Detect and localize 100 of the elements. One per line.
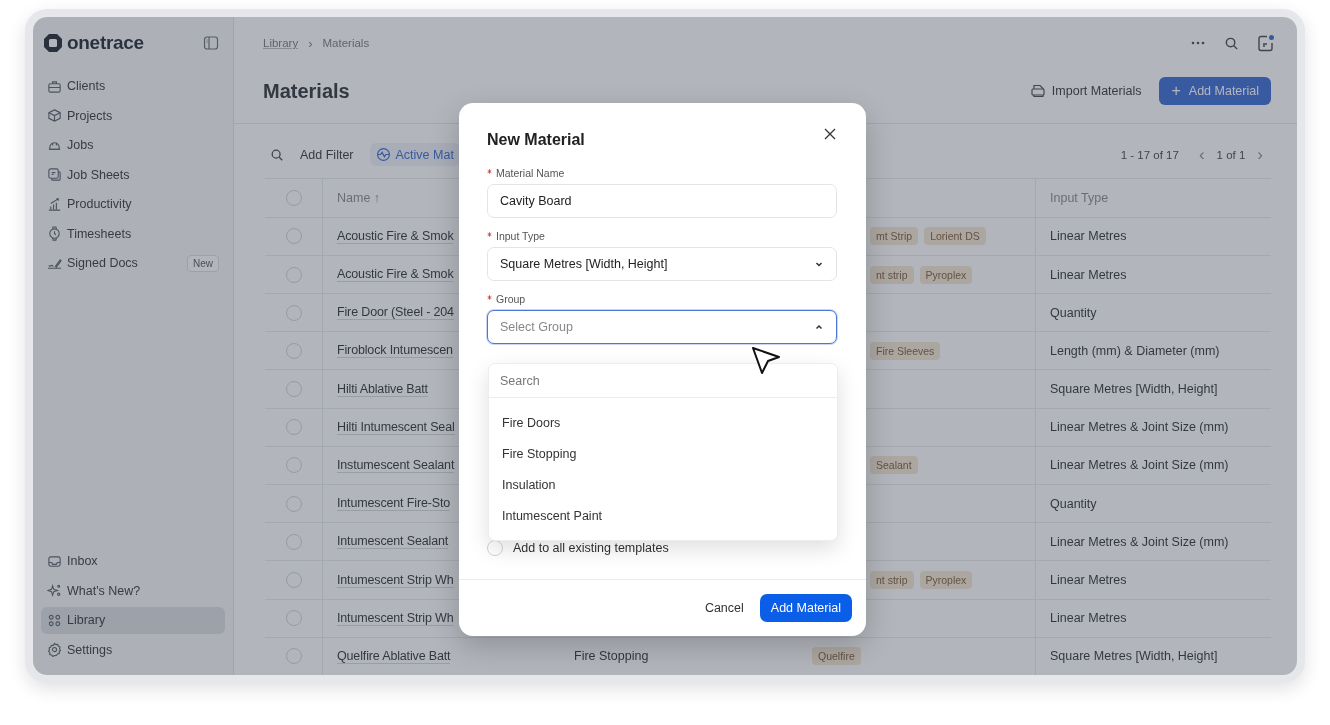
nav-item[interactable]: Jobs	[41, 132, 225, 159]
activity-icon	[375, 147, 391, 163]
material-name-link[interactable]: Intumescent Strip Wh	[337, 572, 454, 588]
material-name-field[interactable]: Cavity Board	[487, 184, 837, 218]
logo: onetrace	[43, 32, 144, 54]
tag: nt strip	[870, 571, 914, 589]
checkbox-label: Add to all existing templates	[513, 541, 669, 555]
tag: nt strip	[870, 265, 914, 284]
material-name-link[interactable]: Hilti Intumescent Seal	[337, 419, 455, 435]
breadcrumb-separator: ›	[308, 35, 313, 51]
table-cell: Fire Stopping	[574, 649, 649, 664]
tag: Sealant	[870, 456, 918, 475]
add-material-button[interactable]: + Add Material	[1159, 77, 1271, 106]
material-name-link[interactable]: Intumescent Sealant	[337, 534, 449, 550]
new-badge: New	[187, 254, 219, 272]
material-name-link[interactable]: Fire Door (Steel - 204	[337, 305, 454, 321]
dropdown-option[interactable]: Fire Stopping	[489, 438, 837, 469]
dropdown-option[interactable]: Insulation	[489, 469, 837, 500]
table-cell: Square Metres [Width, Height]	[1050, 382, 1218, 397]
dropdown-option[interactable]: Fire Doors	[489, 407, 837, 438]
table-cell: Linear Metres & Joint Size (mm)	[1050, 420, 1229, 435]
bar-chart-icon	[47, 196, 62, 212]
inbox-icon	[47, 553, 62, 569]
row-checkbox[interactable]	[285, 304, 302, 321]
sparkle-icon	[47, 583, 62, 599]
field-label: Material Name	[496, 167, 565, 179]
material-name-link[interactable]: Acoustic Fire & Smok	[337, 228, 454, 244]
grid-icon	[47, 612, 62, 628]
row-checkbox[interactable]	[285, 419, 302, 436]
row-checkbox[interactable]	[285, 610, 302, 627]
nav-item[interactable]: Timesheets	[41, 220, 225, 247]
nav-item[interactable]: Library	[41, 607, 225, 634]
table-cell: Linear Metres	[1050, 573, 1127, 587]
chevron-icon	[814, 322, 824, 332]
checkbox[interactable]	[487, 540, 503, 556]
page-title: Materials	[263, 79, 350, 103]
nav-item[interactable]: What's New?	[41, 577, 225, 604]
table-cell: Linear Metres & Joint Size (mm)	[1050, 458, 1229, 473]
dropdown-option[interactable]: Intumescent Paint	[489, 500, 837, 531]
row-checkbox[interactable]	[285, 648, 302, 665]
briefcase-icon	[47, 78, 62, 94]
search-icon[interactable]	[270, 147, 284, 162]
import-button[interactable]: Import Materials	[1029, 83, 1142, 100]
table-cell: Quantity	[1050, 496, 1097, 511]
tag: mt Strip	[870, 227, 919, 246]
document-icon	[47, 167, 62, 183]
material-name-link[interactable]: Firoblock Intumescen	[337, 343, 453, 359]
add-material-button[interactable]: Add Material	[759, 594, 852, 622]
row-checkbox[interactable]	[285, 228, 302, 245]
nav-item[interactable]: Projects	[41, 102, 225, 129]
tag: Lorient DS	[924, 227, 986, 246]
nav-item[interactable]: Clients	[41, 73, 225, 100]
row-checkbox[interactable]	[285, 457, 302, 474]
nav-item[interactable]: Inbox	[41, 548, 225, 575]
csv-file-icon	[1029, 83, 1046, 100]
nav-item[interactable]: Signed Docs New	[41, 250, 225, 277]
cancel-button[interactable]: Cancel	[704, 601, 744, 615]
table-cell: Linear Metres	[1050, 267, 1127, 282]
cube-icon	[47, 108, 62, 124]
field-label: Input Type	[496, 230, 545, 242]
field-label: Group	[496, 293, 526, 305]
material-name-link[interactable]: Intumescent Fire-Sto	[337, 496, 451, 512]
filter-chip[interactable]: Active Mat	[369, 143, 460, 167]
table-cell: Linear Metres	[1050, 229, 1127, 244]
table-cell: Quantity	[1050, 305, 1097, 320]
row-checkbox[interactable]	[285, 266, 302, 283]
tag: Pyroplex	[919, 571, 973, 589]
material-name-link[interactable]: Quelfire Ablative Batt	[337, 648, 451, 664]
row-checkbox[interactable]	[285, 342, 302, 359]
material-name-link[interactable]: Intumescent Strip Wh	[337, 610, 454, 626]
nav-item[interactable]: Settings	[41, 636, 225, 663]
page-indicator: 1 of 1	[1216, 148, 1246, 161]
close-icon[interactable]	[824, 128, 836, 140]
material-name-link[interactable]: Acoustic Fire & Smok	[337, 267, 454, 282]
table-cell: Linear Metres & Joint Size (mm)	[1050, 534, 1229, 549]
material-name-link[interactable]: Hilti Ablative Batt	[337, 381, 428, 397]
breadcrumb-link[interactable]: Library	[263, 37, 299, 50]
row-checkbox[interactable]	[285, 495, 302, 512]
select-field[interactable]: Square Metres [Width, Height]	[487, 247, 837, 281]
stopwatch-icon	[47, 226, 62, 242]
search-icon[interactable]	[1224, 35, 1239, 51]
modal-title: New Material	[487, 131, 585, 149]
nav-item[interactable]: Job Sheets	[41, 161, 225, 188]
notification-icon[interactable]	[1257, 34, 1275, 53]
row-checkbox[interactable]	[285, 533, 302, 550]
select-field[interactable]: Select Group	[487, 310, 837, 344]
table-cell: Linear Metres	[1050, 611, 1127, 626]
tag: Pyroplex	[919, 265, 973, 284]
add-filter-button[interactable]: Add Filter	[300, 147, 354, 162]
tag: Fire Sleeves	[870, 341, 941, 360]
table-cell: Square Metres [Width, Height]	[1050, 649, 1218, 664]
range-text: 1 - 17 of 17	[1120, 148, 1179, 161]
select-all-checkbox[interactable]	[285, 189, 302, 206]
nav-item[interactable]: Productivity	[41, 191, 225, 218]
settings-icon	[47, 642, 62, 658]
tag: Quelfire	[812, 647, 861, 666]
row-checkbox[interactable]	[285, 572, 302, 588]
material-name-link[interactable]: Instumescent Sealant	[337, 457, 455, 473]
sidebar-toggle-icon[interactable]	[203, 35, 219, 51]
row-checkbox[interactable]	[285, 381, 302, 398]
